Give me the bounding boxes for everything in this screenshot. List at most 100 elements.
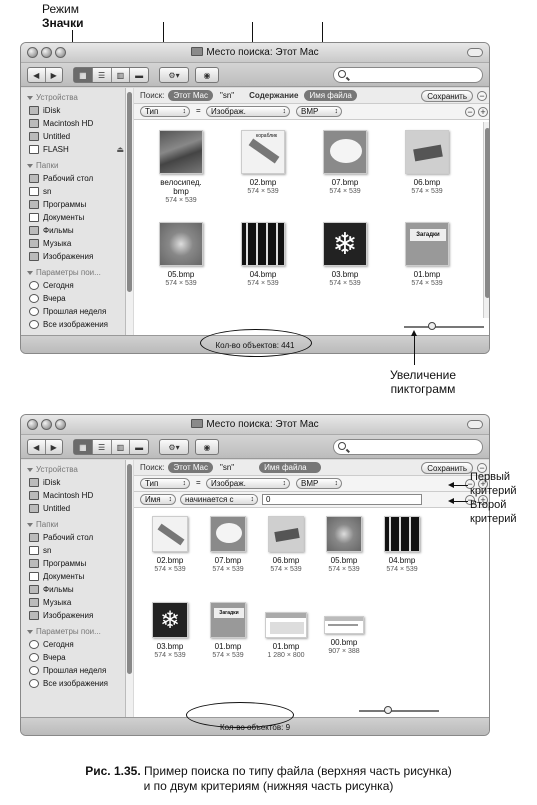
file-item[interactable]: 04.bmp 574 × 539 <box>228 222 298 288</box>
sidebar-item-macintosh-hd[interactable]: Macintosh HD <box>21 117 132 130</box>
criteria-operator-popup[interactable]: начинается с <box>180 494 258 505</box>
icon-view-button[interactable]: ▦ <box>74 68 93 82</box>
criteria-value-popup[interactable]: Изображ. <box>206 106 290 117</box>
sidebar-item-movies[interactable]: Фильмы <box>21 583 132 596</box>
quick-look-button[interactable]: ◉ <box>195 439 219 455</box>
minimize-window-button[interactable] <box>41 47 52 58</box>
zoom-window-button[interactable] <box>55 419 66 430</box>
coverflow-view-button[interactable]: ▬ <box>130 68 148 82</box>
save-search-button[interactable]: Сохранить <box>421 462 473 474</box>
sidebar-item-idisk[interactable]: iDisk <box>21 104 132 117</box>
back-button[interactable]: ◀ <box>28 68 46 82</box>
toolbar-toggle-button[interactable] <box>467 420 483 429</box>
sidebar-item-all-images[interactable]: Все изображения <box>21 318 132 331</box>
forward-button[interactable]: ▶ <box>46 440 63 454</box>
quick-look-button[interactable]: ◉ <box>195 67 219 83</box>
file-item[interactable]: 07.bmp 574 × 539 <box>310 130 380 196</box>
criteria-value-popup[interactable]: Изображ. <box>206 478 290 489</box>
file-item[interactable]: 00.bmp 907 × 388 <box>314 602 374 656</box>
file-item[interactable]: велосипед. bmp 574 × 539 <box>146 130 216 205</box>
search-input[interactable] <box>333 439 483 455</box>
search-by-filename-popup[interactable]: Имя файла <box>259 462 321 473</box>
file-item[interactable]: 02.bmp 574 × 539 <box>140 516 200 574</box>
eject-icon[interactable]: ⏏ <box>116 143 124 156</box>
file-item[interactable]: 07.bmp 574 × 539 <box>198 516 258 574</box>
sidebar-scrollbar[interactable] <box>125 460 133 717</box>
sidebar-item-home[interactable]: sn <box>21 185 132 198</box>
zoom-slider-knob[interactable] <box>384 706 392 714</box>
file-item[interactable]: кораблик 02.bmp 574 × 539 <box>228 130 298 196</box>
criteria-text-field[interactable]: 0 <box>262 494 422 505</box>
sidebar-scrollbar[interactable] <box>125 88 133 335</box>
save-search-button[interactable]: Сохранить <box>421 90 473 102</box>
sidebar-item-desktop[interactable]: Рабочий стол <box>21 172 132 185</box>
search-input[interactable] <box>333 67 483 83</box>
sidebar-item-pictures[interactable]: Изображения <box>21 250 132 263</box>
toolbar-toggle-button[interactable] <box>467 48 483 57</box>
file-item[interactable]: 06.bmp 574 × 539 <box>392 130 462 196</box>
results-scrollbar[interactable] <box>483 122 489 318</box>
file-item[interactable]: 05.bmp 574 × 539 <box>314 516 374 574</box>
sidebar-item-applications[interactable]: Программы <box>21 557 132 570</box>
file-item[interactable]: 05.bmp 574 × 539 <box>146 222 216 288</box>
file-item[interactable]: 04.bmp 574 × 539 <box>372 516 432 574</box>
sidebar-item-all-images[interactable]: Все изображения <box>21 677 132 690</box>
sidebar-item-macintosh-hd[interactable]: Macintosh HD <box>21 489 132 502</box>
remove-criterion-button[interactable]: − <box>465 107 475 117</box>
zoom-slider-knob[interactable] <box>428 322 436 330</box>
sidebar-item-yesterday[interactable]: Вчера <box>21 292 132 305</box>
sidebar-item-untitled[interactable]: Untitled <box>21 130 132 143</box>
sidebar-item-documents[interactable]: Документы <box>21 570 132 583</box>
search-by-contents-button[interactable]: Содержание <box>249 91 298 100</box>
scope-user-button[interactable]: "sn" <box>215 462 239 473</box>
criteria-kind-popup[interactable]: Тип <box>140 106 190 117</box>
file-item[interactable]: 06.bmp 574 × 539 <box>256 516 316 574</box>
icon-view-button[interactable]: ▦ <box>74 440 93 454</box>
sidebar-item-applications[interactable]: Программы <box>21 198 132 211</box>
criteria-attr-popup[interactable]: Имя <box>140 494 176 505</box>
minimize-window-button[interactable] <box>41 419 52 430</box>
sidebar-item-movies[interactable]: Фильмы <box>21 224 132 237</box>
coverflow-view-button[interactable]: ▬ <box>130 440 148 454</box>
scope-this-mac-button[interactable]: Этот Mac <box>168 90 213 101</box>
zoom-window-button[interactable] <box>55 47 66 58</box>
scope-user-button[interactable]: "sn" <box>215 90 239 101</box>
sidebar-item-last-week[interactable]: Прошлая неделя <box>21 305 132 318</box>
sidebar-item-last-week[interactable]: Прошлая неделя <box>21 664 132 677</box>
add-criterion-button[interactable]: + <box>478 107 488 117</box>
file-item[interactable]: Загадки 01.bmp 574 × 539 <box>198 602 258 660</box>
sidebar-item-today[interactable]: Сегодня <box>21 638 132 651</box>
file-item[interactable]: Загадки 01.bmp 574 × 539 <box>392 222 462 288</box>
file-item[interactable]: ❄ 03.bmp 574 × 539 <box>310 222 380 288</box>
sidebar-item-documents[interactable]: Документы <box>21 211 132 224</box>
zoom-slider[interactable] <box>359 710 439 712</box>
sidebar-item-desktop[interactable]: Рабочий стол <box>21 531 132 544</box>
action-menu-button[interactable]: ⚙▾ <box>159 439 189 455</box>
forward-button[interactable]: ▶ <box>46 68 63 82</box>
column-view-button[interactable]: ▥ <box>112 440 131 454</box>
sidebar-item-idisk[interactable]: iDisk <box>21 476 132 489</box>
close-window-button[interactable] <box>27 419 38 430</box>
criteria-format-popup[interactable]: BMP <box>296 106 342 117</box>
file-item[interactable]: 01.bmp 1 280 × 800 <box>256 602 316 660</box>
zoom-slider[interactable] <box>404 326 484 328</box>
close-window-button[interactable] <box>27 47 38 58</box>
sidebar-item-today[interactable]: Сегодня <box>21 279 132 292</box>
scope-this-mac-button[interactable]: Этот Mac <box>168 462 213 473</box>
column-view-button[interactable]: ▥ <box>112 68 131 82</box>
criteria-kind-popup[interactable]: Тип <box>140 478 190 489</box>
action-menu-button[interactable]: ⚙▾ <box>159 67 189 83</box>
sidebar-item-pictures[interactable]: Изображения <box>21 609 132 622</box>
list-view-button[interactable]: ☰ <box>93 440 112 454</box>
back-button[interactable]: ◀ <box>28 440 46 454</box>
sidebar-item-flash[interactable]: FLASH ⏏ <box>21 143 132 156</box>
sidebar-item-music[interactable]: Музыка <box>21 596 132 609</box>
remove-scope-button[interactable]: − <box>477 91 487 101</box>
list-view-button[interactable]: ☰ <box>93 68 112 82</box>
criteria-format-popup[interactable]: BMP <box>296 478 342 489</box>
file-item[interactable]: ❄ 03.bmp 574 × 539 <box>140 602 200 660</box>
search-by-filename-button[interactable]: Имя файла <box>304 90 357 101</box>
sidebar-item-yesterday[interactable]: Вчера <box>21 651 132 664</box>
sidebar-item-music[interactable]: Музыка <box>21 237 132 250</box>
sidebar-item-untitled[interactable]: Untitled <box>21 502 132 515</box>
